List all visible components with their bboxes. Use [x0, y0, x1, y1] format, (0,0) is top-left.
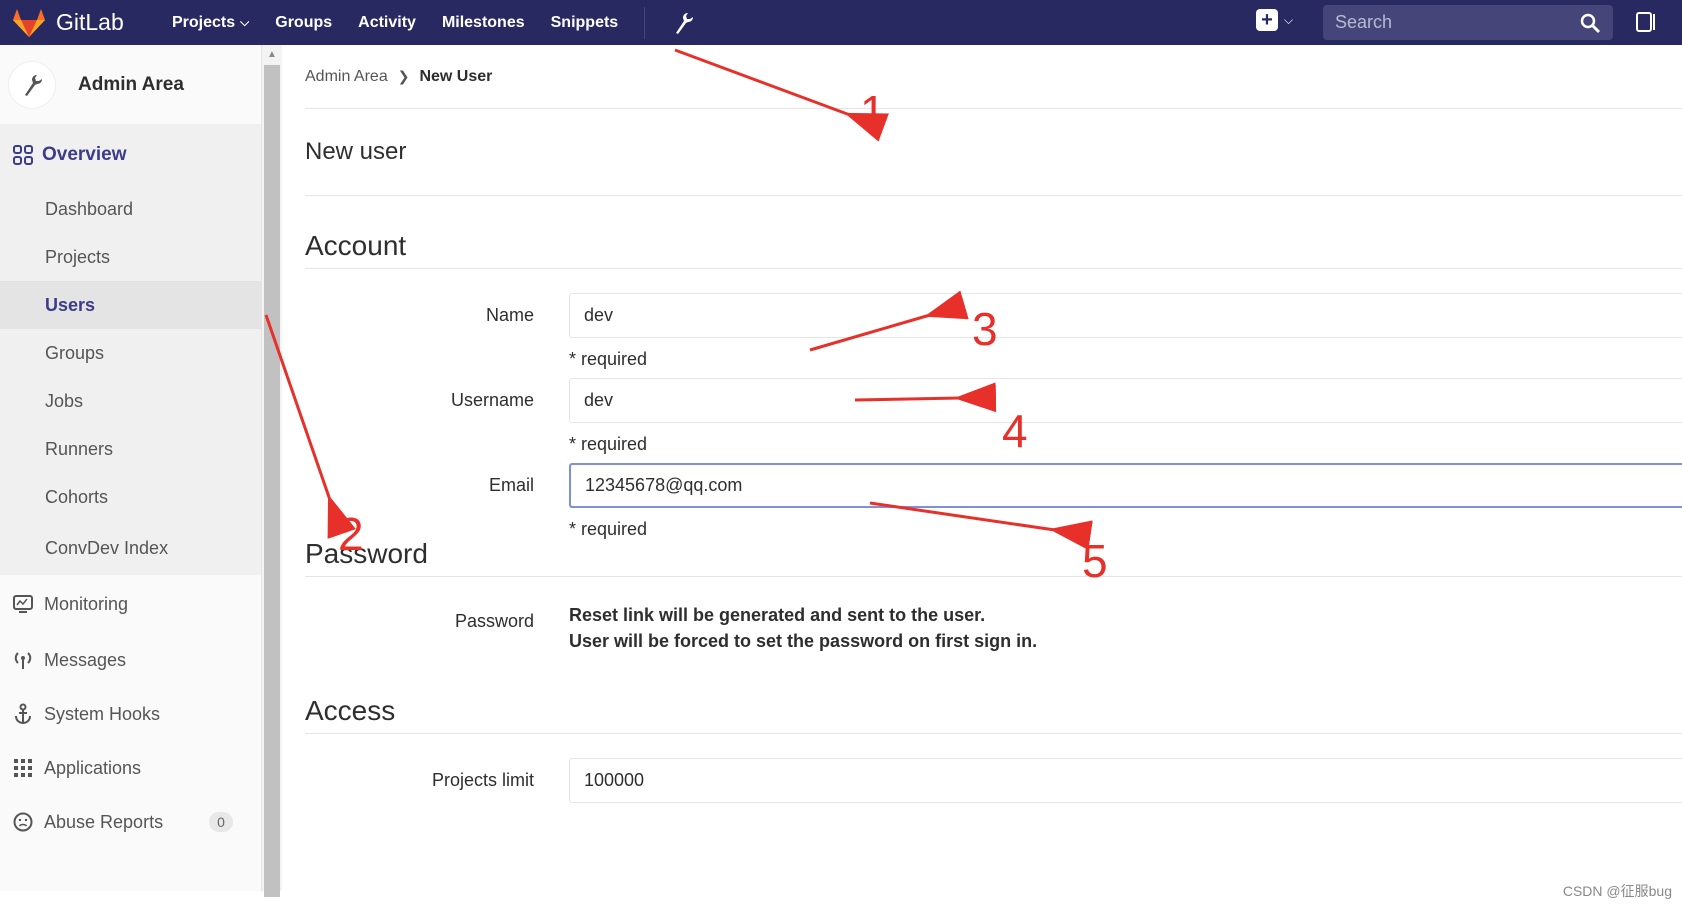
- abuse-count-badge: 0: [209, 812, 233, 832]
- wrench-icon: [25, 74, 42, 96]
- nav-projects[interactable]: Projects ⌵: [172, 14, 249, 32]
- broadcast-icon: [14, 652, 32, 669]
- password-info-line-2: User will be forced to set the password …: [569, 631, 1038, 651]
- username-row: Username * required: [305, 378, 1682, 470]
- projects-limit-row: Projects limit: [305, 758, 1682, 850]
- username-field[interactable]: [569, 378, 1682, 423]
- username-required-hint: * required: [569, 434, 648, 454]
- chevron-right-icon: ❯: [397, 68, 410, 84]
- nav-groups[interactable]: Groups: [275, 14, 332, 32]
- breadcrumb-admin-area[interactable]: Admin Area: [305, 68, 388, 86]
- sidebar-sub-groups[interactable]: Groups: [0, 329, 261, 377]
- sidebar-sub-convdev-index[interactable]: ConvDev Index: [0, 521, 261, 575]
- name-label: Name: [485, 305, 534, 325]
- new-dropdown-button[interactable]: + ⌵: [1256, 9, 1293, 31]
- search-input[interactable]: [1335, 12, 1575, 33]
- password-row: Password Reset link will be generated an…: [305, 605, 1682, 705]
- password-label: Password: [454, 611, 534, 631]
- section-account: Account: [305, 230, 1682, 269]
- sidebar-sub-jobs[interactable]: Jobs: [0, 377, 261, 425]
- main-content: Admin Area ❯ New User New user Account N…: [305, 45, 1682, 850]
- overview-group: Overview Dashboard Projects Users Groups…: [0, 125, 261, 575]
- watermark: CSDN @征服bug: [1562, 883, 1672, 899]
- nav-projects-label: Projects: [172, 13, 236, 31]
- monitor-icon: [13, 595, 33, 613]
- name-field[interactable]: [569, 293, 1682, 338]
- sidebar-item-label: System Hooks: [44, 703, 161, 724]
- nav-divider: [644, 6, 646, 39]
- scroll-up-arrow-icon[interactable]: ▲: [267, 49, 277, 60]
- breadcrumb-current[interactable]: New User: [419, 68, 492, 86]
- chevron-down-icon: ⌵: [1284, 12, 1294, 27]
- password-info-line-1: Reset link will be generated and sent to…: [569, 605, 986, 625]
- sidebar-item-label: Messages: [44, 649, 127, 670]
- sidebar-item-monitoring[interactable]: Monitoring: [0, 575, 261, 633]
- search-box: [1323, 5, 1613, 40]
- overview-grid-icon: [13, 145, 33, 165]
- brand-name: GitLab: [56, 9, 124, 35]
- sidebar-item-messages[interactable]: Messages: [0, 633, 261, 687]
- top-navbar: GitLab Projects ⌵ Groups Activity Milesto…: [0, 0, 1682, 45]
- chevron-down-icon: ⌵: [240, 15, 250, 29]
- sidebar-title: Admin Area: [78, 73, 184, 95]
- sidebar-toggle-icon[interactable]: [1634, 10, 1658, 34]
- sidebar-item-system-hooks[interactable]: System Hooks: [0, 687, 261, 741]
- admin-avatar: [8, 60, 56, 109]
- email-label: Email: [488, 475, 534, 495]
- username-label: Username: [450, 390, 534, 410]
- sidebar-item-label: Overview: [42, 144, 127, 165]
- nav-activity[interactable]: Activity: [358, 14, 416, 32]
- name-row: Name * required: [305, 293, 1682, 385]
- email-row: Email * required: [305, 463, 1682, 555]
- gitlab-logo[interactable]: GitLab: [12, 8, 172, 38]
- search-icon[interactable]: [1579, 12, 1601, 34]
- page-title: New user: [305, 109, 1682, 196]
- projects-limit-field[interactable]: [569, 758, 1682, 803]
- tanuki-icon: [13, 8, 45, 37]
- scrollbar-thumb[interactable]: [264, 65, 280, 897]
- sidebar-sub-cohorts[interactable]: Cohorts: [0, 473, 261, 521]
- sidebar-item-label: Abuse Reports: [44, 811, 164, 832]
- sidebar-item-label: Applications: [44, 757, 142, 778]
- sidebar-sub-projects[interactable]: Projects: [0, 233, 261, 281]
- nav-milestones[interactable]: Milestones: [442, 14, 525, 32]
- projects-limit-label: Projects limit: [431, 770, 534, 790]
- plus-icon: +: [1256, 9, 1278, 31]
- sidebar-sub-runners[interactable]: Runners: [0, 425, 261, 473]
- email-required-hint: * required: [569, 519, 648, 539]
- nav-snippets[interactable]: Snippets: [551, 14, 619, 32]
- sidebar-sub-dashboard[interactable]: Dashboard: [0, 185, 261, 233]
- sidebar-item-overview[interactable]: Overview: [0, 125, 261, 185]
- sidebar-sub-users[interactable]: Users: [0, 281, 261, 329]
- sidebar-item-applications[interactable]: Applications: [0, 741, 261, 795]
- main-nav: Projects ⌵ Groups Activity Milestones Sni…: [172, 6, 695, 39]
- wrench-icon[interactable]: [671, 11, 695, 35]
- admin-sidebar: Admin Area Overview Dashboard Projects U…: [0, 45, 262, 891]
- frown-icon: [13, 812, 33, 832]
- sidebar-scrollbar[interactable]: ▲: [262, 45, 282, 897]
- breadcrumb: Admin Area ❯ New User: [305, 45, 1682, 109]
- sidebar-item-abuse-reports[interactable]: Abuse Reports 0: [0, 795, 261, 849]
- sidebar-header[interactable]: Admin Area: [0, 45, 261, 125]
- anchor-icon: [15, 703, 31, 725]
- email-field[interactable]: [569, 463, 1682, 508]
- sidebar-item-label: Monitoring: [44, 593, 129, 614]
- name-required-hint: * required: [569, 349, 648, 369]
- grid-icon: [14, 759, 32, 777]
